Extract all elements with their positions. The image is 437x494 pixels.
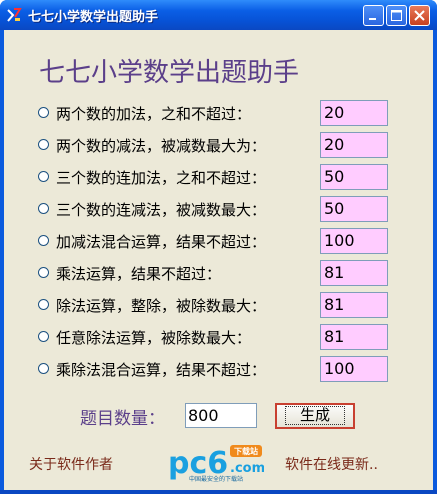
option-value-input[interactable]: 81: [320, 292, 388, 318]
maximize-icon: [391, 10, 402, 21]
option-value-input[interactable]: 100: [320, 228, 388, 254]
option-value-input[interactable]: 50: [320, 196, 388, 222]
generate-button-label: 生成: [284, 406, 345, 425]
option-label: 乘法运算，结果不超过：: [56, 265, 222, 283]
count-label: 题目数量：: [80, 409, 165, 429]
option-row[interactable]: 任意除法运算，被除数最大： 81: [38, 324, 398, 350]
option-radio[interactable]: [38, 363, 49, 374]
option-row[interactable]: 三个数的连加法，之和不超过： 50: [38, 164, 398, 190]
option-value-input[interactable]: 20: [320, 132, 388, 158]
option-row[interactable]: 两个数的加法，之和不超过： 20: [38, 100, 398, 126]
option-row[interactable]: 乘法运算，结果不超过： 81: [38, 260, 398, 286]
option-label: 三个数的连减法，被减数最大：: [56, 201, 267, 219]
count-input[interactable]: 800: [185, 403, 257, 428]
option-value-input[interactable]: 81: [320, 324, 388, 350]
close-button[interactable]: [409, 5, 430, 26]
option-label: 三个数的连加法，之和不超过：: [56, 169, 267, 187]
minimize-icon: [369, 18, 376, 20]
option-radio[interactable]: [38, 139, 49, 150]
option-radio[interactable]: [38, 203, 49, 214]
option-label: 乘除法混合运算，结果不超过：: [56, 361, 267, 379]
minimize-button[interactable]: [363, 5, 384, 26]
online-update-link[interactable]: 软件在线更新..: [285, 454, 378, 474]
option-label: 加减法混合运算，结果不超过：: [56, 233, 267, 251]
logo-tagline: 中国最安全的下载站: [189, 475, 243, 483]
app-icon: [7, 8, 22, 22]
option-label: 任意除法运算，被除数最大：: [56, 329, 252, 347]
app-window: 七七小学数学出题助手 七七小学数学出题助手 两个数的加法，之和不超过： 20 两个数…: [0, 0, 437, 494]
option-value-input[interactable]: 20: [320, 100, 388, 126]
option-row[interactable]: 乘除法混合运算，结果不超过： 100: [38, 356, 398, 382]
option-label: 两个数的加法，之和不超过：: [56, 105, 252, 123]
generate-button[interactable]: 生成: [275, 403, 355, 429]
logo-domain: .com: [230, 461, 264, 476]
option-radio[interactable]: [38, 267, 49, 278]
option-label: 两个数的减法，被减数最大为：: [56, 137, 267, 155]
pc6-logo: pc6 下载站 .com 中国最安全的下载站: [168, 445, 264, 483]
title-bar[interactable]: 七七小学数学出题助手: [0, 0, 437, 30]
option-radio[interactable]: [38, 299, 49, 310]
logo-badge: 下载站: [234, 446, 258, 456]
client-area: 七七小学数学出题助手 两个数的加法，之和不超过： 20 两个数的减法，被减数最大为：…: [4, 30, 433, 490]
window-bottom-border: [0, 490, 437, 494]
option-radio[interactable]: [38, 107, 49, 118]
option-radio[interactable]: [38, 235, 49, 246]
option-radio[interactable]: [38, 171, 49, 182]
option-value-input[interactable]: 50: [320, 164, 388, 190]
about-author-link[interactable]: 关于软件作者: [29, 454, 113, 474]
option-row[interactable]: 三个数的连减法，被减数最大： 50: [38, 196, 398, 222]
option-value-input[interactable]: 100: [320, 356, 388, 382]
window-title: 七七小学数学出题助手: [28, 10, 159, 25]
option-row[interactable]: 除法运算，整除，被除数最大： 81: [38, 292, 398, 318]
option-radio[interactable]: [38, 331, 49, 342]
maximize-button[interactable]: [386, 5, 407, 26]
option-label: 除法运算，整除，被除数最大：: [56, 297, 267, 315]
option-row[interactable]: 两个数的减法，被减数最大为： 20: [38, 132, 398, 158]
option-value-input[interactable]: 81: [320, 260, 388, 286]
option-row[interactable]: 加减法混合运算，结果不超过： 100: [38, 228, 398, 254]
close-icon: [414, 10, 425, 21]
page-title: 七七小学数学出题助手: [39, 58, 300, 88]
